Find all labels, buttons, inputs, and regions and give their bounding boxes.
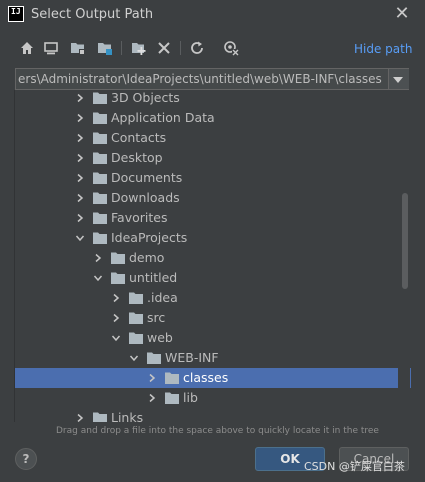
tree-item[interactable]: Documents xyxy=(15,168,411,188)
tree-item[interactable]: lib xyxy=(15,388,411,408)
tree-item-label: WEB-INF xyxy=(165,350,219,365)
tree-item-label: lib xyxy=(183,390,198,405)
toolbar-separator xyxy=(180,41,181,55)
folder-icon xyxy=(147,352,161,364)
watermark: CSDN @铲屎官白茶 xyxy=(304,460,405,473)
folder-icon xyxy=(93,132,107,144)
folder-icon xyxy=(93,92,107,104)
tree-item-label: src xyxy=(147,310,166,325)
tree-item-label: Documents xyxy=(111,170,183,185)
refresh-icon[interactable] xyxy=(189,40,205,56)
tree-item[interactable]: Links xyxy=(15,408,411,422)
tree-item-label: .idea xyxy=(147,290,178,305)
chevron-down-icon[interactable] xyxy=(129,353,139,363)
chevron-right-icon[interactable] xyxy=(111,293,121,303)
tree-item[interactable]: Application Data xyxy=(15,108,411,128)
chevron-right-icon[interactable] xyxy=(75,93,85,103)
show-hidden-icon[interactable] xyxy=(223,40,239,56)
tree-item-label: Links xyxy=(111,410,144,422)
folder-icon xyxy=(111,272,125,284)
tree-item[interactable]: demo xyxy=(15,248,411,268)
intellij-logo-icon: IJ xyxy=(8,6,24,22)
chevron-right-icon[interactable] xyxy=(147,393,157,403)
chevron-right-icon[interactable] xyxy=(147,373,157,383)
tree-item[interactable]: classes xyxy=(15,368,411,388)
folder-icon xyxy=(93,112,107,124)
tree-item-label: Downloads xyxy=(111,190,180,205)
folder-icon xyxy=(93,192,107,204)
project-folder-icon[interactable] xyxy=(70,40,86,56)
chevron-down-icon[interactable] xyxy=(111,333,121,343)
folder-icon xyxy=(129,312,143,324)
chevron-right-icon[interactable] xyxy=(75,193,85,203)
chevron-right-icon[interactable] xyxy=(75,153,85,163)
chevron-right-icon[interactable] xyxy=(75,213,85,223)
hide-path-link[interactable]: Hide path xyxy=(354,42,412,56)
tree-item[interactable]: web xyxy=(15,328,411,348)
dialog-title: Select Output Path xyxy=(31,7,154,22)
tree-item-label: IdeaProjects xyxy=(111,230,188,245)
folder-icon xyxy=(93,152,107,164)
tree-item[interactable]: .idea xyxy=(15,288,411,308)
desktop-icon[interactable] xyxy=(43,40,59,56)
tree-item-label: Contacts xyxy=(111,130,167,145)
tree-item[interactable]: Desktop xyxy=(15,148,411,168)
module-folder-icon[interactable] xyxy=(97,40,113,56)
folder-icon xyxy=(129,292,143,304)
folder-icon xyxy=(93,412,107,422)
tree-item[interactable]: Contacts xyxy=(15,128,411,148)
folder-icon xyxy=(111,252,125,264)
chevron-right-icon[interactable] xyxy=(75,413,85,422)
chevron-right-icon[interactable] xyxy=(75,113,85,123)
tree-item-label: web xyxy=(147,330,173,345)
tree-item[interactable]: Downloads xyxy=(15,188,411,208)
chevron-right-icon[interactable] xyxy=(93,253,103,263)
chevron-right-icon[interactable] xyxy=(111,313,121,323)
tree-item-label: Desktop xyxy=(111,150,163,165)
tree-item[interactable]: Favorites xyxy=(15,208,411,228)
delete-icon[interactable] xyxy=(156,40,172,56)
chevron-right-icon[interactable] xyxy=(75,173,85,183)
folder-icon xyxy=(93,212,107,224)
close-icon[interactable]: ✕ xyxy=(393,4,411,24)
folder-icon xyxy=(93,172,107,184)
tree-item[interactable]: untitled xyxy=(15,268,411,288)
tree-item[interactable]: WEB-INF xyxy=(15,348,411,368)
tree-item-label: demo xyxy=(129,250,165,265)
chevron-down-icon xyxy=(393,77,403,83)
chevron-right-icon[interactable] xyxy=(75,133,85,143)
chevron-down-icon[interactable] xyxy=(75,233,85,243)
folder-icon xyxy=(129,332,143,344)
tree-item[interactable]: 3D Objects xyxy=(15,90,411,108)
path-field[interactable]: ers\Administrator\IdeaProjects\untitled\… xyxy=(18,72,384,86)
tree-item-label: 3D Objects xyxy=(111,90,180,105)
tree-item-label: untitled xyxy=(129,270,178,285)
tree-item[interactable]: src xyxy=(15,308,411,328)
file-tree[interactable]: 3D Objects Application Data Contacts Deskto… xyxy=(14,90,411,422)
folder-icon xyxy=(93,232,107,244)
new-folder-icon[interactable] xyxy=(131,40,147,56)
tree-item-label: Favorites xyxy=(111,210,168,225)
tree-item[interactable]: IdeaProjects xyxy=(15,228,411,248)
chevron-down-icon[interactable] xyxy=(93,273,103,283)
folder-icon xyxy=(165,372,179,384)
drag-drop-hint: Drag and drop a file into the space abov… xyxy=(56,426,379,436)
folder-icon xyxy=(165,392,179,404)
home-icon[interactable] xyxy=(19,40,35,56)
help-button[interactable]: ? xyxy=(15,448,37,470)
tree-item-label: Application Data xyxy=(111,110,215,125)
tree-scrollbar-thumb[interactable] xyxy=(402,193,408,289)
tree-item-label: classes xyxy=(183,370,229,385)
toolbar-separator xyxy=(121,41,122,55)
